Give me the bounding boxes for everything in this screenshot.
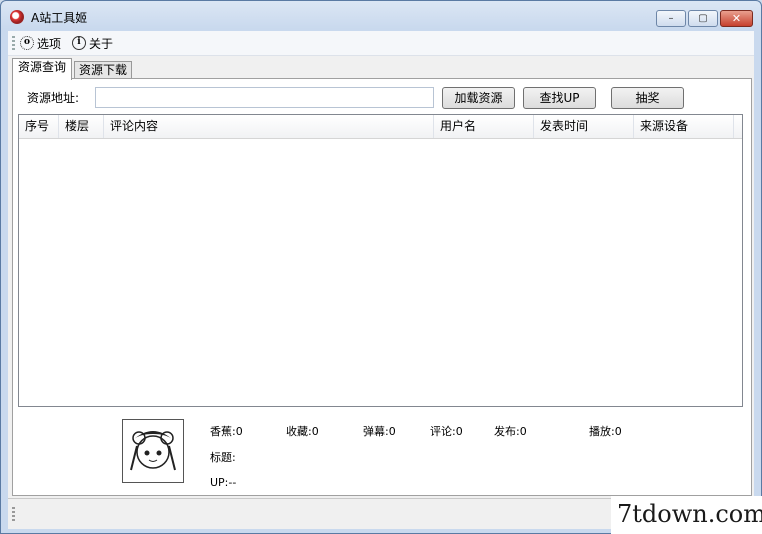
column-header-index[interactable]: 序号: [19, 115, 59, 138]
gear-icon: o: [20, 36, 34, 50]
close-button[interactable]: ✕: [720, 10, 753, 27]
minimize-button[interactable]: –: [656, 10, 686, 27]
menu-about-label: 关于: [89, 36, 114, 51]
column-header-content[interactable]: 评论内容: [104, 115, 434, 138]
stat-published: 发布:0: [494, 425, 527, 438]
stat-danmaku: 弹幕:0: [363, 425, 396, 438]
url-input[interactable]: [95, 87, 434, 108]
watermark: 7tdown.com: [611, 496, 762, 534]
column-header-username[interactable]: 用户名: [434, 115, 534, 138]
column-header-floor[interactable]: 楼层: [59, 115, 104, 138]
comment-list[interactable]: 序号 楼层 评论内容 用户名 发表时间 来源设备: [18, 114, 743, 407]
toolbar-grip[interactable]: [12, 36, 15, 50]
load-resource-button[interactable]: 加载资源: [442, 87, 515, 109]
minimize-icon: –: [668, 13, 674, 24]
menu-bar: o 选项 i 关于: [8, 31, 754, 56]
column-header-device[interactable]: 来源设备: [634, 115, 734, 138]
menu-options[interactable]: o 选项: [20, 34, 61, 52]
watermark-text: 7tdown.com: [617, 500, 762, 528]
title-label: 标题:: [210, 451, 236, 464]
title-bar[interactable]: A站工具姬 – ▢ ✕: [1, 1, 761, 31]
app-logo-icon: [10, 10, 24, 24]
anime-girl-icon: [130, 431, 176, 471]
find-up-button[interactable]: 查找UP: [523, 87, 596, 109]
column-header-post-time[interactable]: 发表时间: [534, 115, 634, 138]
lottery-button[interactable]: 抽奖: [611, 87, 684, 109]
tab-resource-query[interactable]: 资源查询: [12, 58, 72, 80]
info-icon: i: [72, 36, 86, 50]
close-icon: ✕: [731, 12, 742, 25]
status-grip[interactable]: [12, 507, 15, 521]
stat-comments: 评论:0: [430, 425, 463, 438]
client-area: o 选项 i 关于 资源查询 资源下载 资源地址: 加载资源 查找UP 抽奖 序…: [8, 31, 754, 529]
maximize-icon: ▢: [698, 13, 708, 24]
menu-about[interactable]: i 关于: [72, 34, 113, 52]
stat-favorites: 收藏:0: [286, 425, 319, 438]
video-thumbnail: [122, 419, 184, 483]
url-label: 资源地址:: [27, 91, 80, 105]
stat-plays: 播放:0: [589, 425, 622, 438]
up-label: UP:--: [210, 476, 237, 489]
app-window: A站工具姬 – ▢ ✕ o 选项 i 关于 资源查询 资源下载 资源地址: 加载…: [0, 0, 762, 534]
menu-options-label: 选项: [37, 36, 62, 51]
list-header: 序号 楼层 评论内容 用户名 发表时间 来源设备: [19, 115, 742, 139]
stat-banana: 香蕉:0: [210, 425, 243, 438]
maximize-button[interactable]: ▢: [688, 10, 718, 27]
window-title: A站工具姬: [31, 11, 88, 25]
